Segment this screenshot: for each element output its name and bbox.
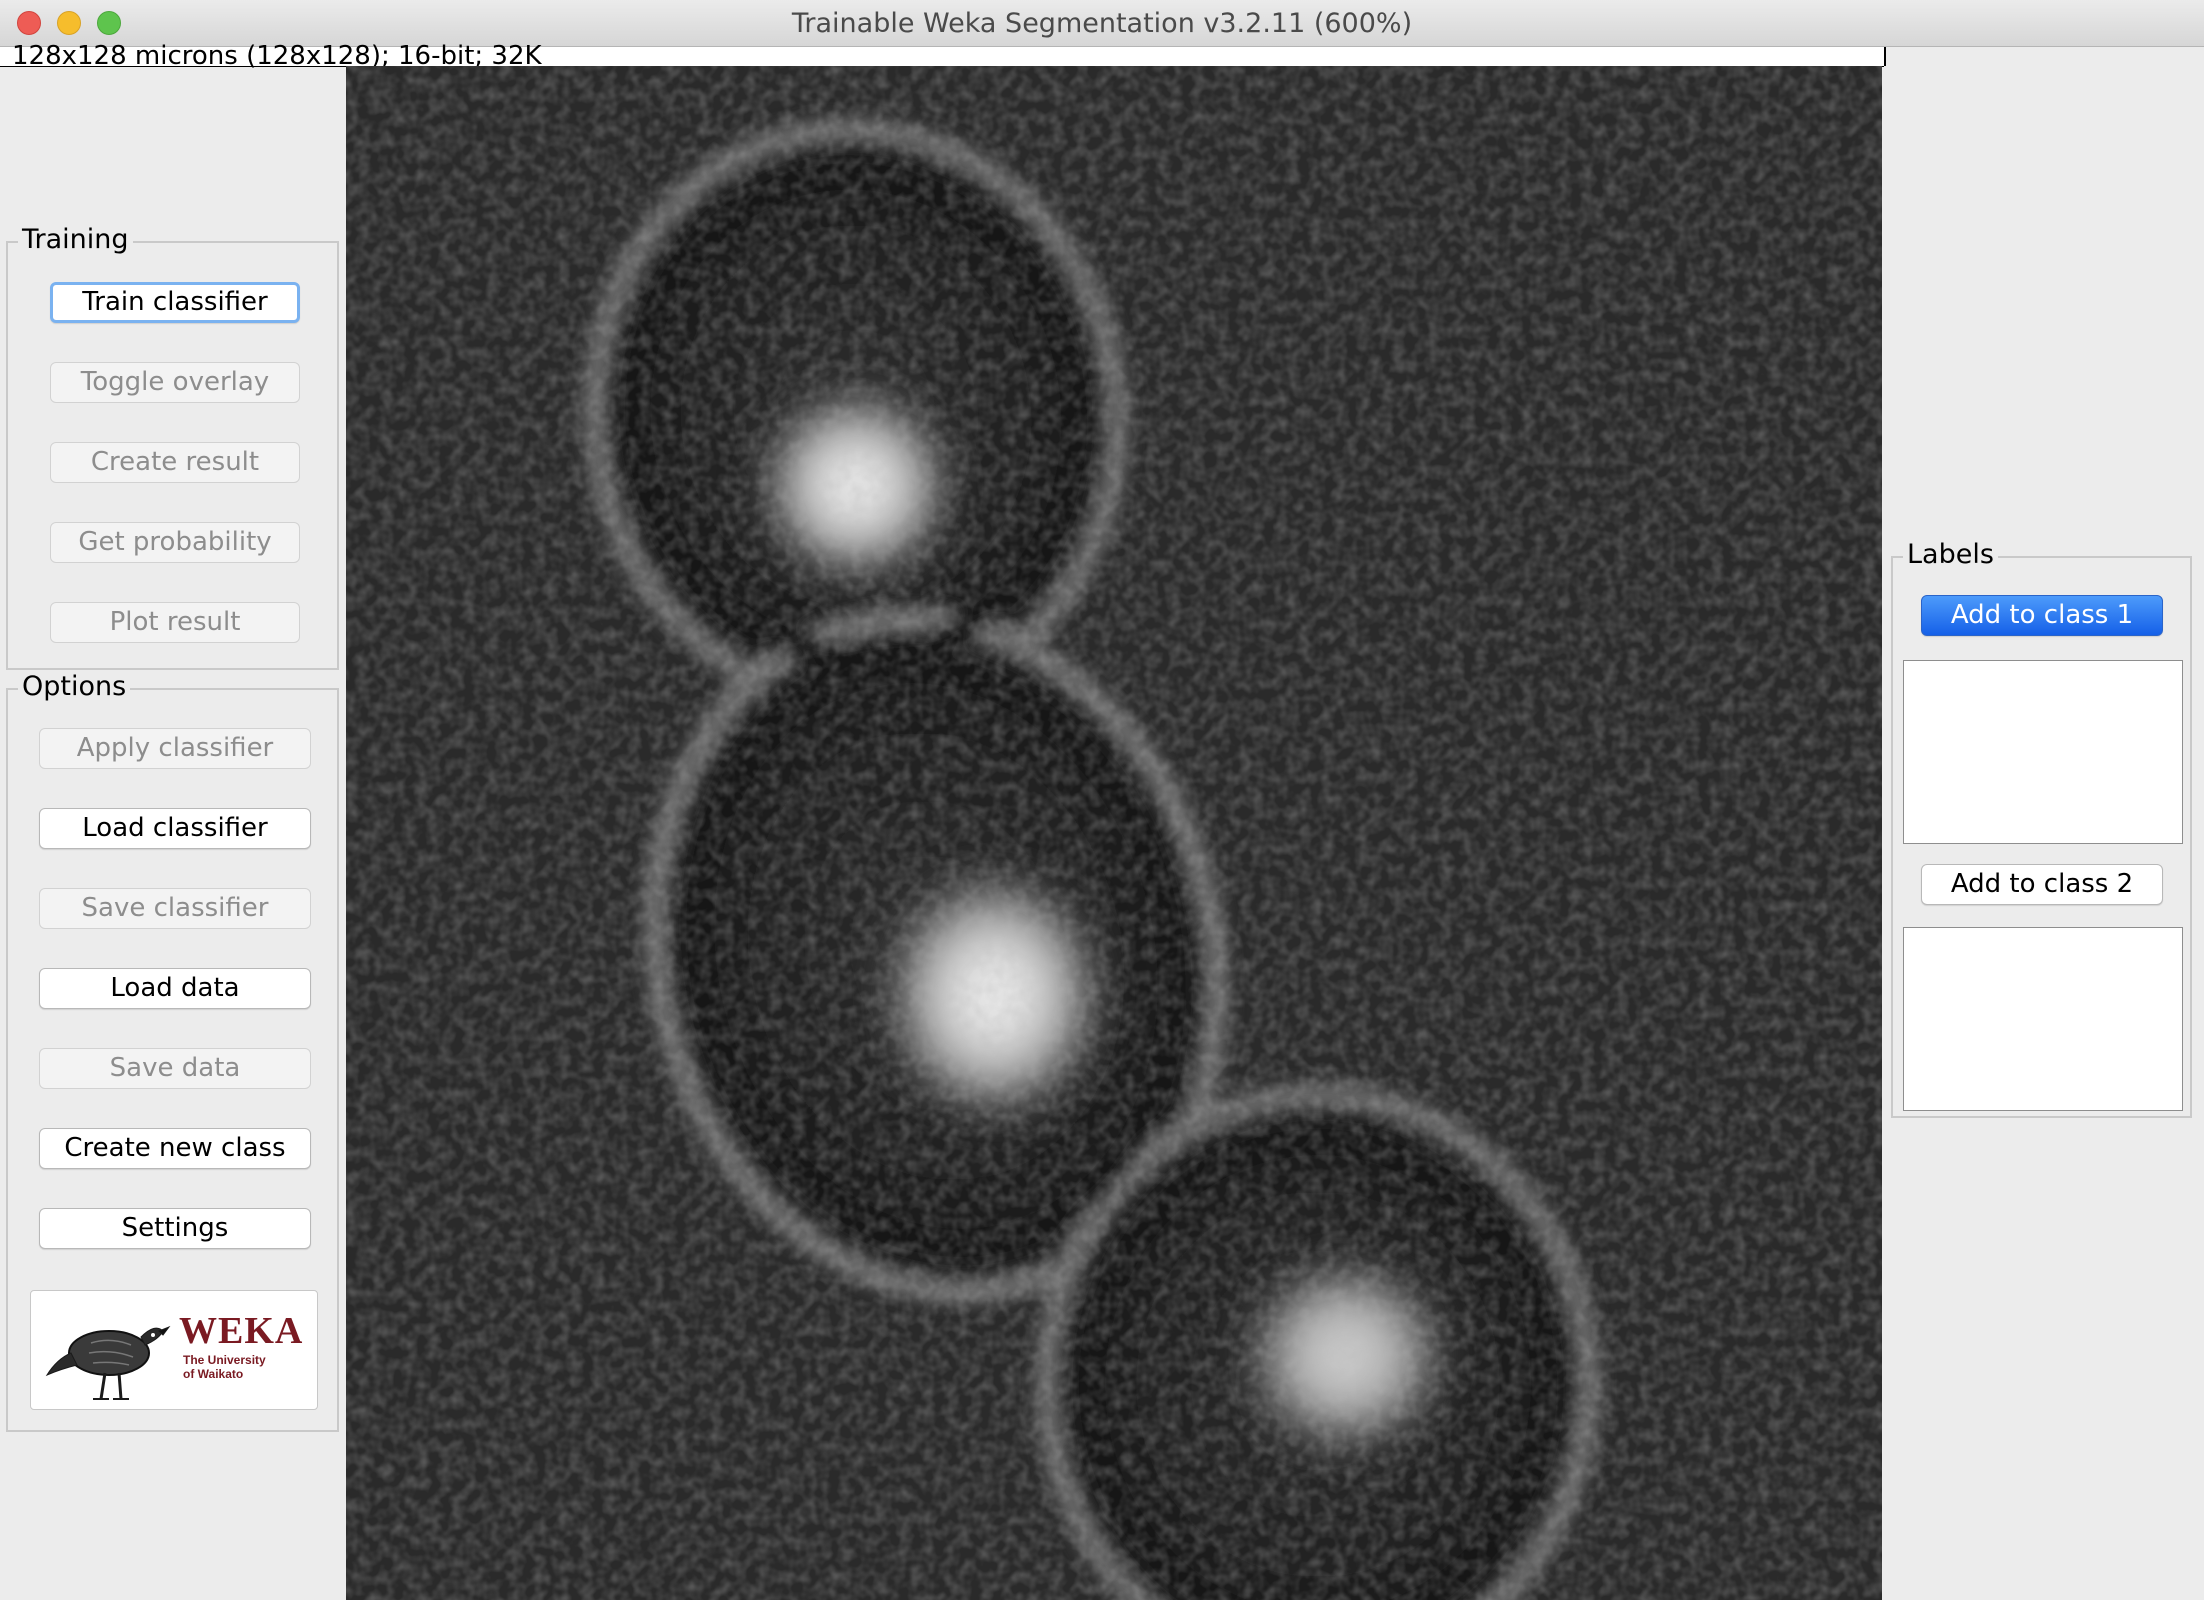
options-panel: Options Apply classifier Load classifier…	[6, 671, 339, 1432]
title-bar: Trainable Weka Segmentation v3.2.11 (600…	[0, 0, 2204, 47]
save-classifier-button[interactable]: Save classifier	[39, 888, 311, 929]
class-1-label-list[interactable]	[1903, 660, 2183, 844]
window-title: Trainable Weka Segmentation v3.2.11 (600…	[791, 8, 1413, 39]
settings-button[interactable]: Settings	[39, 1208, 311, 1249]
load-data-button[interactable]: Load data	[39, 968, 311, 1009]
add-to-class-2-button[interactable]: Add to class 2	[1921, 864, 2163, 905]
get-probability-button[interactable]: Get probability	[50, 522, 300, 563]
weka-logo-subtitle: The University of Waikato	[183, 1353, 266, 1381]
weka-logo: WEKA The University of Waikato	[30, 1290, 318, 1410]
class-2-label-list[interactable]	[1903, 927, 2183, 1111]
load-classifier-button[interactable]: Load classifier	[39, 808, 311, 849]
weka-bird-icon	[45, 1325, 171, 1400]
labels-panel: Labels Add to class 1 Add to class 2	[1891, 539, 2192, 1118]
apply-classifier-button[interactable]: Apply classifier	[39, 728, 311, 769]
train-classifier-button[interactable]: Train classifier	[50, 282, 300, 323]
image-canvas[interactable]	[346, 66, 1882, 1600]
training-panel: Training Train classifier Toggle overlay…	[6, 224, 339, 670]
add-to-class-1-button[interactable]: Add to class 1	[1921, 595, 2163, 636]
weka-logo-text: WEKA	[179, 1310, 304, 1352]
create-new-class-button[interactable]: Create new class	[39, 1128, 311, 1169]
save-data-button[interactable]: Save data	[39, 1048, 311, 1089]
labels-title: Labels	[1903, 539, 1998, 570]
plot-result-button[interactable]: Plot result	[50, 602, 300, 643]
training-title: Training	[18, 224, 133, 255]
options-title: Options	[18, 671, 131, 702]
microscopy-image	[346, 66, 1882, 1600]
app-window: Trainable Weka Segmentation v3.2.11 (600…	[0, 0, 2204, 1600]
create-result-button[interactable]: Create result	[50, 442, 300, 483]
toggle-overlay-button[interactable]: Toggle overlay	[50, 362, 300, 403]
